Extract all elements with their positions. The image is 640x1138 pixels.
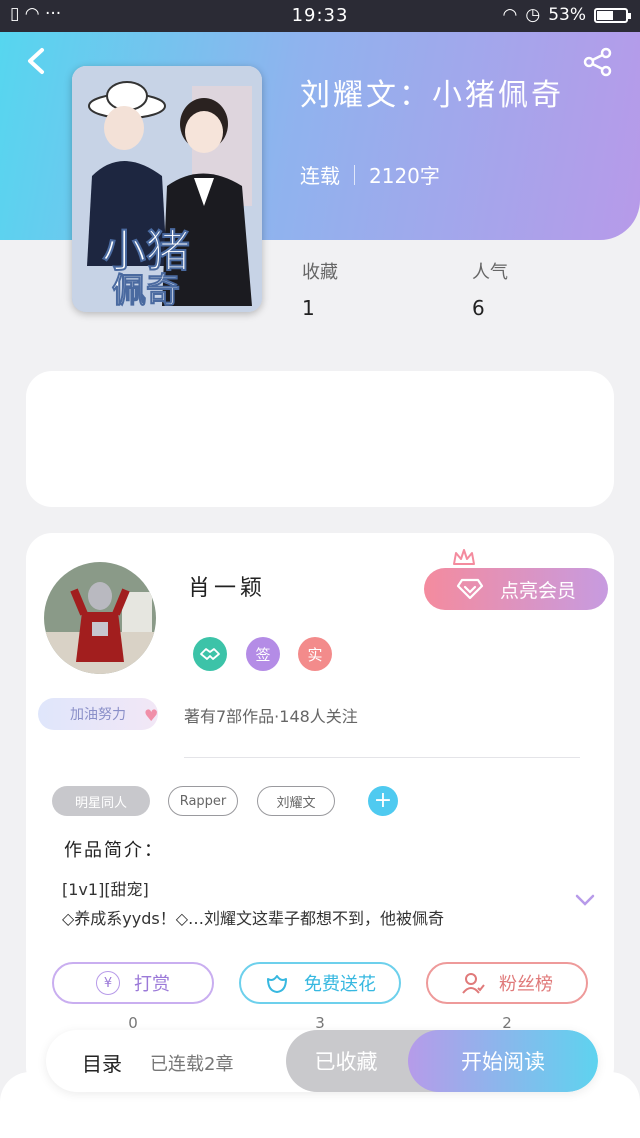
pill-label: 加油努力 — [70, 707, 126, 723]
share-icon — [583, 47, 612, 77]
expand-intro-button[interactable] — [574, 892, 596, 912]
word-count: 2120字 — [369, 164, 440, 188]
plus-icon: + — [373, 788, 393, 813]
tip-button[interactable]: ¥ 打赏 — [52, 962, 214, 1004]
stat-label-popularity: 人气 — [472, 262, 508, 283]
yen-icon: ¥ — [96, 971, 120, 995]
sign-icon[interactable]: 签 — [246, 637, 280, 671]
fan-rank-label: 粉丝榜 — [499, 974, 553, 995]
tip-label: 打赏 — [134, 974, 170, 995]
divider — [184, 757, 580, 758]
fan-icon — [462, 973, 485, 994]
back-arrow-icon — [28, 48, 44, 74]
real-icon[interactable]: 实 — [298, 637, 332, 671]
intro-heading: 作品简介： — [64, 840, 164, 861]
battery-icon — [594, 7, 631, 23]
avatar-image — [44, 562, 156, 674]
intro-line-2: ◇养成系yyds！◇…刘耀文这辈子都想不到，他被佩奇 — [62, 909, 445, 928]
author-level-pill: 加油努力 — [38, 698, 158, 730]
tag-chip[interactable]: 刘耀文 — [257, 786, 335, 816]
status-icons-right: ◠ ◷ 53% — [502, 5, 631, 25]
battery-percent: 53% — [548, 5, 586, 25]
fan-rank-button[interactable]: 粉丝榜 — [426, 962, 588, 1004]
author-avatar[interactable] — [44, 562, 156, 674]
cover-illustration: 小猪 佩奇 — [72, 66, 262, 312]
serial-status: 连载 — [300, 164, 340, 188]
book-cover-image[interactable]: 小猪 佩奇 — [72, 66, 262, 312]
stat-label-collect: 收藏 — [302, 262, 338, 283]
svg-text:小猪: 小猪 — [102, 226, 190, 277]
flower-label: 免费送花 — [304, 974, 376, 995]
alarm-icon: ◷ — [525, 5, 541, 25]
tag-chip[interactable]: Rapper — [168, 786, 238, 816]
chapters-count: 已连载2章 — [150, 1054, 234, 1075]
bottom-action-bar: 目录 已连载2章 已收藏 开始阅读 — [46, 1030, 598, 1092]
author-name[interactable]: 肖一颖 — [188, 570, 266, 602]
svg-text:佩奇: 佩奇 — [112, 271, 180, 311]
book-title: 刘耀文：小猪佩奇 — [300, 78, 564, 113]
flower-icon — [267, 975, 287, 993]
status-bar: ▯ ◠ ··· 19:33 ◠ ◷ 53% — [0, 0, 640, 32]
start-reading-button[interactable]: 开始阅读 — [408, 1030, 598, 1092]
collected-label: 已收藏 — [314, 1050, 378, 1074]
vip-button[interactable]: 点亮会员 — [424, 568, 608, 610]
diamond-icon — [456, 578, 484, 600]
heart-icon: ♥ — [144, 706, 159, 725]
handshake-icon[interactable] — [193, 637, 227, 671]
author-works-line: 著有7部作品·148人关注 — [184, 707, 358, 726]
back-button[interactable] — [22, 44, 52, 78]
share-button[interactable] — [582, 46, 614, 78]
chevron-down-icon — [575, 894, 595, 906]
catalog-button[interactable]: 目录 — [82, 1048, 122, 1077]
tag-chip[interactable]: 明星同人 — [52, 786, 150, 816]
book-status-line: 连载 2120字 — [300, 160, 440, 189]
empty-info-panel — [26, 371, 614, 507]
headset-icon: ◠ — [502, 5, 518, 25]
intro-line-1: [1v1][甜宠] — [62, 880, 149, 899]
add-tag-button[interactable]: + — [368, 786, 398, 816]
read-label: 开始阅读 — [461, 1050, 545, 1074]
stat-value-collect: 1 — [302, 296, 315, 320]
stat-value-popularity: 6 — [472, 296, 485, 320]
send-flower-button[interactable]: 免费送花 — [239, 962, 401, 1004]
vip-label: 点亮会员 — [499, 579, 576, 602]
divider — [354, 164, 355, 185]
